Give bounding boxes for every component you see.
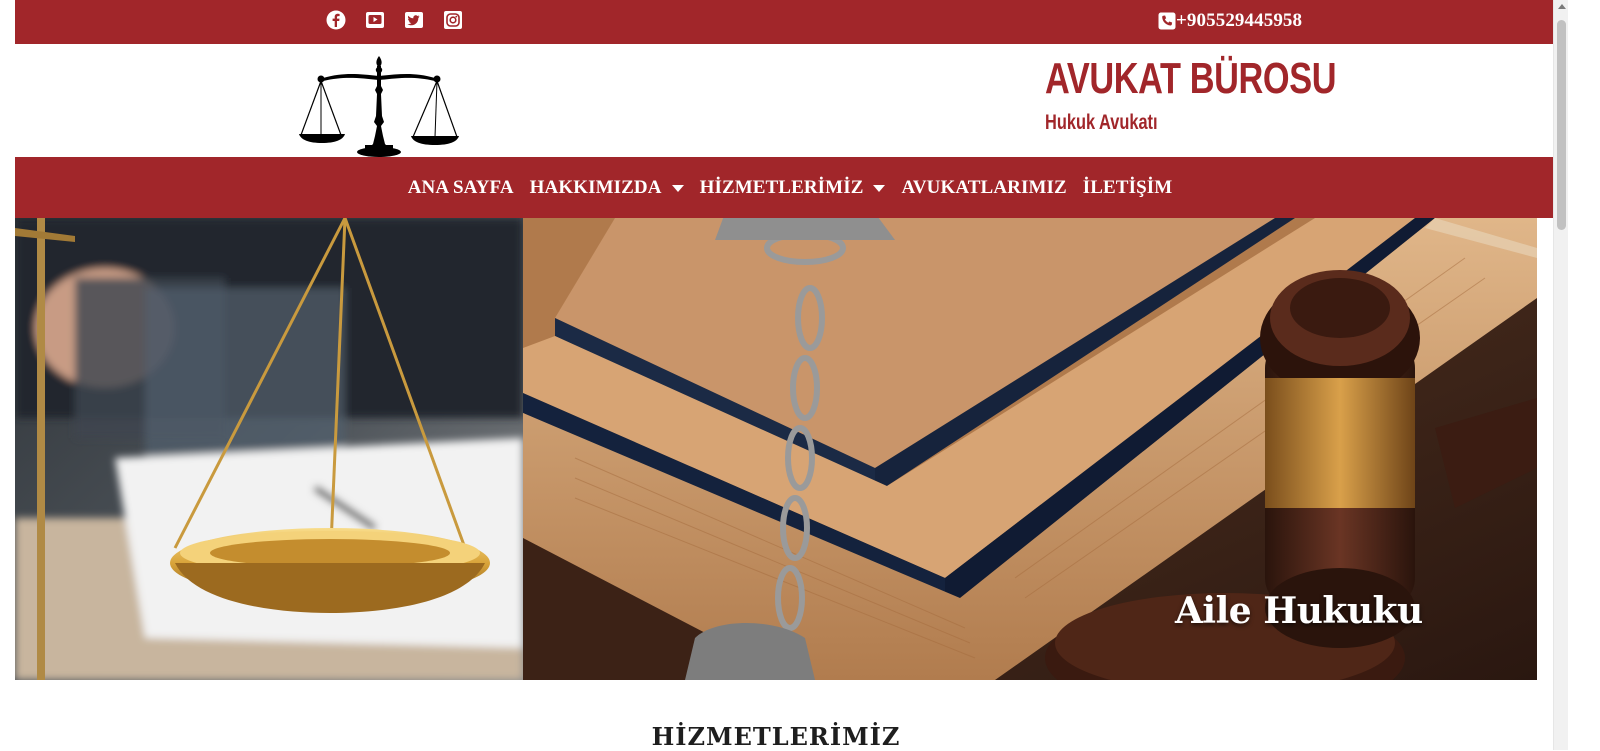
caret-down-icon [671, 184, 684, 192]
top-bar: +905529445958 [15, 0, 1568, 44]
main-nav: ANA SAYFA HAKKIMIZDA HİZMETLERİMİZ AVUKA… [15, 157, 1568, 218]
nav-item-label: HAKKIMIZDA [529, 176, 662, 198]
brand-subtitle: Hukuk Avukatı [1045, 111, 1158, 134]
nav-item-label: AVUKATLARIMIZ [901, 176, 1067, 198]
nav-item-label: HİZMETLERİMİZ [699, 176, 864, 198]
youtube-icon[interactable] [364, 9, 386, 31]
nav-item-hizmetlerimiz[interactable]: HİZMETLERİMİZ [692, 177, 894, 199]
hero-caption: Aile Hukuku [1175, 590, 1423, 632]
caret-down-icon [873, 184, 886, 192]
scroll-up-icon[interactable] [1558, 4, 1566, 9]
section-title: HİZMETLERİMİZ [651, 722, 901, 751]
phone-icon [1158, 12, 1176, 30]
facebook-icon[interactable] [325, 9, 347, 31]
nav-item-ana-sayfa[interactable]: ANA SAYFA [400, 177, 522, 199]
nav-item-label: ANA SAYFA [407, 176, 514, 198]
nav-item-avukatlarimiz[interactable]: AVUKATLARIMIZ [893, 177, 1074, 199]
nav-item-iletisim[interactable]: İLETİŞİM [1075, 177, 1181, 199]
page: +905529445958 AVUKAT BÜROSU Hukuk Avukat… [15, 0, 1568, 751]
twitter-icon[interactable] [403, 9, 425, 31]
header: AVUKAT BÜROSU Hukuk Avukatı [15, 44, 1568, 157]
scales-of-justice-logo[interactable] [299, 56, 459, 158]
scrollbar-thumb[interactable] [1557, 20, 1566, 230]
phone-number: +905529445958 [1176, 10, 1303, 31]
page-scrollbar[interactable] [1553, 0, 1568, 750]
hero-slider[interactable]: Aile Hukuku [15, 218, 1537, 680]
nav-item-label: İLETİŞİM [1082, 176, 1173, 198]
phone-link[interactable]: +905529445958 [1158, 8, 1302, 34]
brand-title: AVUKAT BÜROSU [1045, 54, 1337, 103]
instagram-icon[interactable] [442, 9, 464, 31]
nav-item-hakkimizda[interactable]: HAKKIMIZDA [522, 177, 692, 199]
